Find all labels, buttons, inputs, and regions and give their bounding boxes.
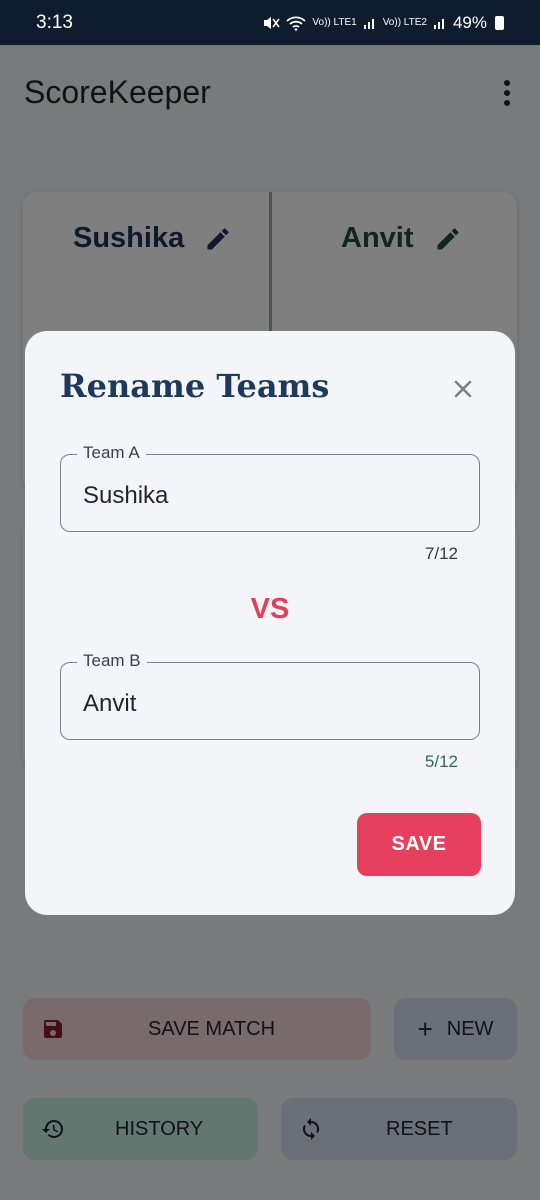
network-2-label: Vo)) LTE2 xyxy=(382,16,427,28)
close-icon[interactable] xyxy=(451,377,475,401)
team-b-field[interactable]: Team B Anvit xyxy=(60,651,480,740)
mute-icon xyxy=(264,16,281,29)
team-b-input-value[interactable]: Anvit xyxy=(83,690,136,718)
signal-icon xyxy=(433,18,444,29)
team-a-input-value[interactable]: Sushika xyxy=(83,482,168,510)
rename-teams-dialog: Rename Teams Team A Sushika 7/12 VS Team… xyxy=(25,331,515,915)
vs-label: VS xyxy=(250,593,290,625)
team-a-field-label: Team A xyxy=(77,443,146,463)
status-icons: Vo)) LTE1 Vo)) LTE2 49% xyxy=(262,13,504,33)
wifi-icon xyxy=(286,16,307,31)
status-time: 3:13 xyxy=(36,11,73,33)
network-1-label: Vo)) LTE1 xyxy=(312,16,357,28)
dialog-save-button[interactable]: SAVE xyxy=(357,813,481,876)
team-b-field-label: Team B xyxy=(77,651,147,671)
status-bar: 3:13 Vo)) LTE1 Vo)) LTE2 49% xyxy=(0,0,540,45)
battery-percent: 49% xyxy=(452,12,487,32)
team-a-field[interactable]: Team A Sushika xyxy=(60,443,480,532)
team-b-char-counter: 5/12 xyxy=(424,752,458,771)
signal-icon xyxy=(363,18,374,29)
battery-icon xyxy=(495,15,504,30)
team-a-char-counter: 7/12 xyxy=(424,544,458,563)
dialog-title: Rename Teams xyxy=(60,367,330,405)
